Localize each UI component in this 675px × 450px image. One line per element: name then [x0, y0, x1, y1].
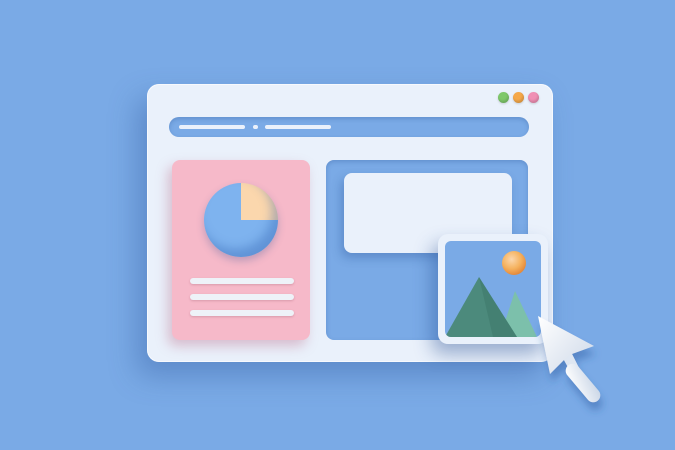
window-control-green[interactable]	[498, 92, 509, 103]
text-placeholder-line	[190, 310, 294, 316]
text-placeholder-line	[190, 294, 294, 300]
window-controls	[498, 92, 539, 103]
address-bar[interactable]	[169, 117, 529, 137]
address-placeholder-line	[179, 125, 245, 129]
pie-chart-icon	[204, 183, 278, 257]
image-frame	[445, 241, 541, 337]
address-placeholder-line	[265, 125, 331, 129]
window-control-pink[interactable]	[528, 92, 539, 103]
cursor-icon	[538, 316, 601, 403]
chart-card	[172, 160, 310, 340]
sun-icon	[502, 251, 526, 275]
text-placeholder-line	[190, 278, 294, 284]
window-control-orange[interactable]	[513, 92, 524, 103]
mountain-icon	[445, 251, 537, 337]
address-placeholder-dot	[253, 125, 258, 129]
